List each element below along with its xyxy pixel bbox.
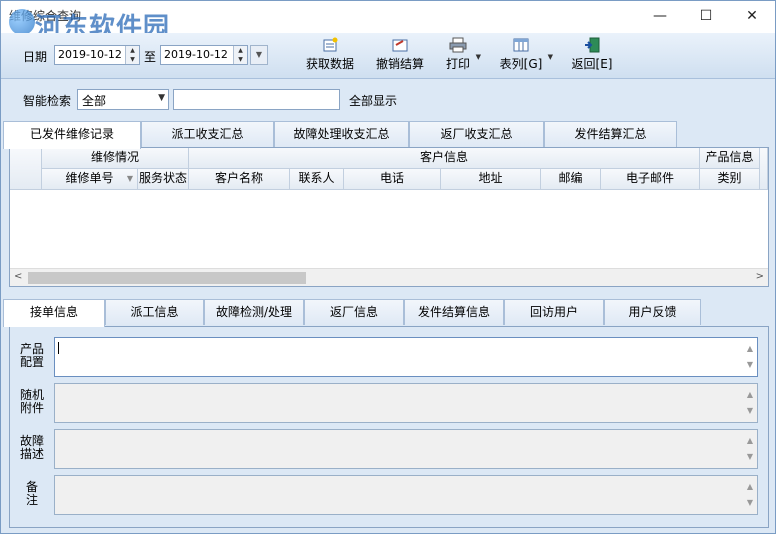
textarea-scroll-icon: ▲ ▼: [746, 436, 753, 461]
chevron-down-icon: ▼: [158, 93, 165, 103]
remark-label: 备注: [25, 480, 38, 507]
columns-dropdown-icon[interactable]: ▼: [548, 53, 553, 61]
header-filler: [760, 148, 768, 190]
column-header-category[interactable]: 类别: [700, 169, 760, 190]
accessories-textarea[interactable]: ▲ ▼: [54, 383, 758, 423]
minimize-button[interactable]: —: [637, 3, 683, 29]
column-header-service-status[interactable]: 服务状态: [138, 169, 189, 190]
product-config-textarea[interactable]: ▲ ▼: [54, 337, 758, 377]
tab-shipped-repair-records[interactable]: 已发件维修记录: [3, 121, 141, 149]
column-header-repair-no[interactable]: 维修单号 ▼: [42, 169, 138, 190]
text-caret: [58, 342, 59, 354]
tab-dispatch-info[interactable]: 派工信息: [105, 299, 204, 325]
horizontal-scrollbar[interactable]: < >: [10, 268, 768, 286]
column-header-phone[interactable]: 电话: [344, 169, 441, 190]
order-info-panel: 产品配置 ▲ ▼ 随机附件 ▲ ▼ 故障描述 ▲ ▼ 备注 ▲ ▼: [9, 326, 769, 528]
tab-dispatch-summary[interactable]: 派工收支汇总: [141, 121, 274, 147]
accessories-label: 随机附件: [19, 388, 44, 415]
date-from-value: 2019-10-12: [58, 48, 122, 61]
search-row: 智能检索 全部 ▼ 全部显示: [1, 79, 775, 119]
tab-fault-detect[interactable]: 故障检测/处理: [204, 299, 304, 325]
date-to-spinner-icon[interactable]: ▲ ▼: [233, 46, 247, 64]
print-dropdown-icon[interactable]: ▼: [476, 53, 481, 61]
tab-fault-summary[interactable]: 故障处理收支汇总: [274, 121, 409, 147]
textarea-scroll-icon: ▲ ▼: [746, 390, 753, 415]
columns-label: 表列[G]: [499, 57, 543, 71]
tab-user-feedback[interactable]: 用户反馈: [604, 299, 701, 325]
tab-shipping-settle-info[interactable]: 发件结算信息: [404, 299, 504, 325]
print-label: 打印: [445, 57, 470, 71]
back-label: 返回[E]: [571, 57, 613, 71]
search-input[interactable]: [173, 89, 340, 110]
textarea-scroll-icon: ▲ ▼: [746, 482, 753, 507]
textarea-scroll-icon: ▲ ▼: [746, 344, 753, 369]
scroll-left-icon[interactable]: <: [14, 271, 22, 282]
column-header-address[interactable]: 地址: [441, 169, 541, 190]
column-header-zip[interactable]: 邮编: [541, 169, 601, 190]
repair-records-grid[interactable]: 维修情况 客户信息 产品信息 维修单号 ▼ 服务状态 客户名称 联系人 电话 地…: [9, 147, 769, 287]
date-preset-dropdown-icon[interactable]: ▼: [250, 45, 268, 65]
date-to-field[interactable]: 2019-10-12 ▲ ▼: [160, 45, 248, 65]
tab-return-info[interactable]: 返厂信息: [304, 299, 404, 325]
back-button[interactable]: 返回[E]: [571, 37, 613, 77]
close-button[interactable]: ✕: [729, 3, 775, 29]
column-header-contact[interactable]: 联系人: [290, 169, 344, 190]
group-header-customer: 客户信息: [189, 148, 700, 169]
date-to-value: 2019-10-12: [164, 48, 228, 61]
scrollbar-thumb[interactable]: [28, 272, 306, 284]
search-scope-select[interactable]: 全部 ▼: [77, 89, 169, 110]
main-window: 维修综合查询 河东软件园 — ☐ ✕ 日期 2019-10-12 ▲ ▼ 至 20…: [0, 0, 776, 534]
cancel-settle-label: 撤销结算: [375, 57, 424, 71]
search-scope-value: 全部: [82, 94, 107, 108]
columns-icon: [513, 38, 529, 52]
fetch-data-icon: [323, 37, 338, 52]
printer-icon: [449, 37, 467, 53]
cancel-settle-button[interactable]: 撤销结算: [375, 37, 425, 77]
fetch-data-button[interactable]: 获取数据: [305, 37, 355, 77]
date-to-label: 至: [144, 50, 157, 64]
top-tab-strip: 已发件维修记录 派工收支汇总 故障处理收支汇总 返厂收支汇总 发件结算汇总: [1, 121, 775, 149]
remark-textarea[interactable]: ▲ ▼: [54, 475, 758, 515]
tab-revisit-user[interactable]: 回访用户: [504, 299, 604, 325]
column-header-repair-no-label: 维修单号: [65, 171, 114, 185]
date-label: 日期: [23, 50, 48, 64]
watermark-logo-icon: [9, 9, 35, 35]
title-bar: 维修综合查询 河东软件园 — ☐ ✕: [1, 1, 775, 43]
date-from-field[interactable]: 2019-10-12 ▲ ▼: [54, 45, 140, 65]
bottom-tab-strip: 接单信息 派工信息 故障检测/处理 返厂信息 发件结算信息 回访用户 用户反馈: [1, 299, 775, 327]
fault-desc-label: 故障描述: [19, 434, 44, 461]
tab-shipping-settle-summary[interactable]: 发件结算汇总: [544, 121, 677, 147]
group-header-repair: 维修情况: [42, 148, 189, 169]
column-header-customer-name[interactable]: 客户名称: [189, 169, 290, 190]
exit-door-icon: [585, 37, 600, 53]
fault-desc-textarea[interactable]: ▲ ▼: [54, 429, 758, 469]
tab-order-info[interactable]: 接单信息: [3, 299, 105, 327]
maximize-button[interactable]: ☐: [683, 3, 729, 29]
cancel-settle-icon: [392, 39, 408, 52]
fetch-data-label: 获取数据: [305, 57, 354, 71]
show-all-button[interactable]: 全部显示: [349, 92, 397, 109]
toolbar: 日期 2019-10-12 ▲ ▼ 至 2019-10-12 ▲ ▼ ▼ 获取数据 …: [1, 33, 775, 79]
group-header-product: 产品信息: [700, 148, 760, 169]
print-button[interactable]: 打印 ▼: [445, 37, 481, 77]
column-header-email[interactable]: 电子邮件: [601, 169, 700, 190]
tab-return-summary[interactable]: 返厂收支汇总: [409, 121, 544, 147]
sort-arrow-icon: ▼: [126, 174, 133, 183]
date-from-spinner-icon[interactable]: ▲ ▼: [125, 46, 139, 64]
row-indicator-header: [10, 148, 42, 190]
product-config-label: 产品配置: [19, 342, 44, 369]
search-label: 智能检索: [23, 94, 72, 108]
scroll-right-icon[interactable]: >: [756, 271, 764, 282]
columns-button[interactable]: 表列[G] ▼: [499, 37, 553, 77]
